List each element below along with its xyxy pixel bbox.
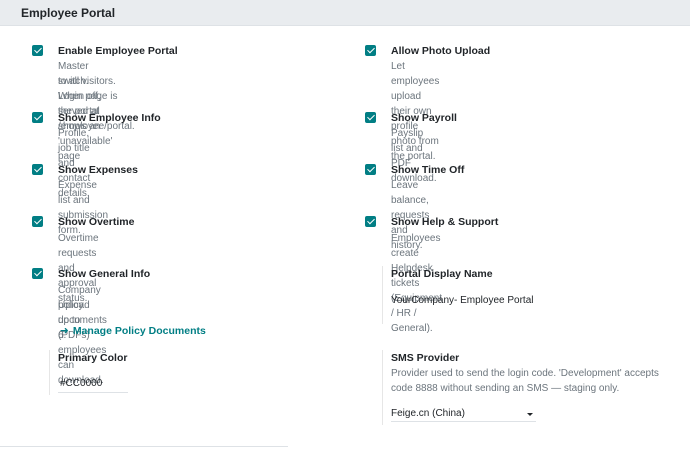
sms-provider-select[interactable]: Feige.cn (China)	[391, 406, 536, 422]
show-expenses-checkbox[interactable]	[32, 164, 43, 175]
enable-portal-desc-line2: to all visitors. Login page is served at…	[58, 76, 135, 132]
enable-portal-title: Enable Employee Portal	[58, 45, 178, 57]
display-name-divider	[382, 266, 383, 324]
sms-provider-desc-line2: code 8888 without sending an SMS — stagi…	[391, 383, 620, 394]
photo-upload-checkbox[interactable]	[365, 45, 376, 56]
photo-upload-title: Allow Photo Upload	[391, 45, 491, 57]
show-general-checkbox[interactable]	[32, 268, 43, 279]
sms-provider-label: SMS Provider	[391, 352, 460, 364]
show-info-title: Show Employee Info	[58, 112, 161, 124]
primary-color-input[interactable]: #CC0000	[60, 378, 102, 389]
show-info-checkbox[interactable]	[32, 112, 43, 123]
bottom-divider	[0, 446, 288, 447]
show-timeoff-title: Show Time Off	[391, 164, 465, 176]
show-timeoff-checkbox[interactable]	[365, 164, 376, 175]
show-overtime-checkbox[interactable]	[32, 216, 43, 227]
show-payroll-desc: Payslip list and PDF download.	[391, 128, 437, 184]
show-expenses-title: Show Expenses	[58, 164, 138, 176]
show-payroll-title: Show Payroll	[391, 112, 457, 124]
show-help-title: Show Help & Support	[391, 216, 499, 228]
portal-display-name-label: Portal Display Name	[391, 268, 493, 280]
portal-display-name-input[interactable]: YourCompany- Employee Portal	[391, 295, 533, 306]
show-expenses-desc: Expense list and submission form.	[58, 180, 109, 236]
show-overtime-title: Show Overtime	[58, 216, 135, 228]
sms-provider-desc-line1: Provider used to send the login code. 'D…	[391, 368, 659, 379]
section-title: Employee Portal	[21, 6, 116, 20]
chevron-down-icon	[527, 413, 533, 416]
show-general-title: Show General Info	[58, 268, 151, 280]
sms-provider-value: Feige.cn (China)	[391, 408, 465, 419]
sms-provider-underline	[391, 421, 536, 422]
manage-policy-documents-label: Manage Policy Documents	[72, 325, 206, 337]
manage-policy-documents-link[interactable]: ➜ Manage Policy Documents	[60, 325, 206, 337]
primary-color-divider	[49, 350, 50, 395]
sms-provider-divider	[382, 350, 383, 425]
primary-color-underline	[58, 392, 128, 393]
show-help-checkbox[interactable]	[365, 216, 376, 227]
primary-color-label: Primary Color	[58, 352, 128, 364]
enable-portal-checkbox[interactable]	[32, 45, 43, 56]
section-header: Employee Portal	[0, 0, 690, 26]
arrow-right-icon: ➜	[60, 325, 69, 337]
show-help-desc: Employees create Helpdesk tickets (Equip…	[391, 233, 443, 334]
show-payroll-checkbox[interactable]	[365, 112, 376, 123]
